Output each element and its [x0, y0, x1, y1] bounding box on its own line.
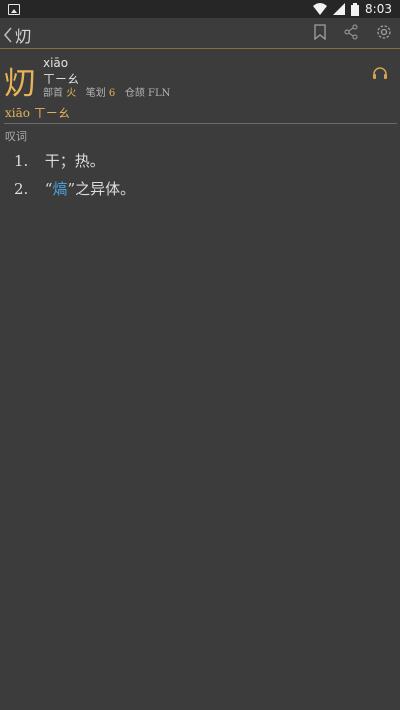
strokes-label: 笔划	[85, 88, 106, 99]
strokes-value: 6	[108, 88, 116, 99]
toolbar: 灱	[0, 18, 400, 48]
character-meta: 部首 火 笔划 6 仓颉 FLN	[43, 84, 170, 99]
section-divider	[4, 123, 397, 124]
reading-line: xiāo ㄒㄧㄠ	[5, 104, 70, 121]
cangjie-value: FLN	[148, 88, 171, 99]
definition-number: 2.	[14, 180, 29, 198]
radical-value[interactable]: 火	[66, 88, 76, 99]
definition-number: 1.	[14, 152, 29, 170]
cangjie-label: 仓颉	[124, 88, 145, 99]
part-of-speech-label: 叹词	[5, 130, 27, 143]
battery-icon	[351, 2, 360, 16]
settings-gear-icon[interactable]	[376, 24, 392, 40]
pronunciation-headphones-icon[interactable]	[372, 66, 388, 80]
signal-icon	[333, 3, 346, 15]
definition-text: ”之异体。	[67, 180, 136, 198]
variant-character-link[interactable]: 熇	[52, 180, 67, 198]
image-notification-icon	[8, 4, 20, 15]
status-bar: 8:03	[0, 0, 400, 18]
reading-pinyin: xiāo	[5, 106, 30, 120]
share-icon[interactable]	[344, 24, 358, 40]
back-button[interactable]: 灱	[3, 23, 31, 47]
headword-character: 灱	[4, 66, 35, 102]
bookmark-icon[interactable]	[314, 24, 326, 40]
toolbar-divider	[0, 48, 400, 49]
definition-text: 干；热。	[44, 152, 105, 170]
definition-item: 2. “熇”之异体。	[14, 178, 135, 206]
chevron-left-icon	[4, 27, 12, 43]
headword-pinyin: xiāo	[43, 56, 69, 70]
page-title: 灱	[15, 27, 32, 46]
wifi-icon	[313, 3, 328, 15]
definition-list: 1. 干；热。 2. “熇”之异体。	[14, 150, 135, 206]
radical-label: 部首	[43, 88, 63, 99]
definition-item: 1. 干；热。	[14, 150, 135, 178]
clock: 8:03	[365, 2, 392, 16]
reading-zhuyin: ㄒㄧㄠ	[33, 106, 70, 120]
